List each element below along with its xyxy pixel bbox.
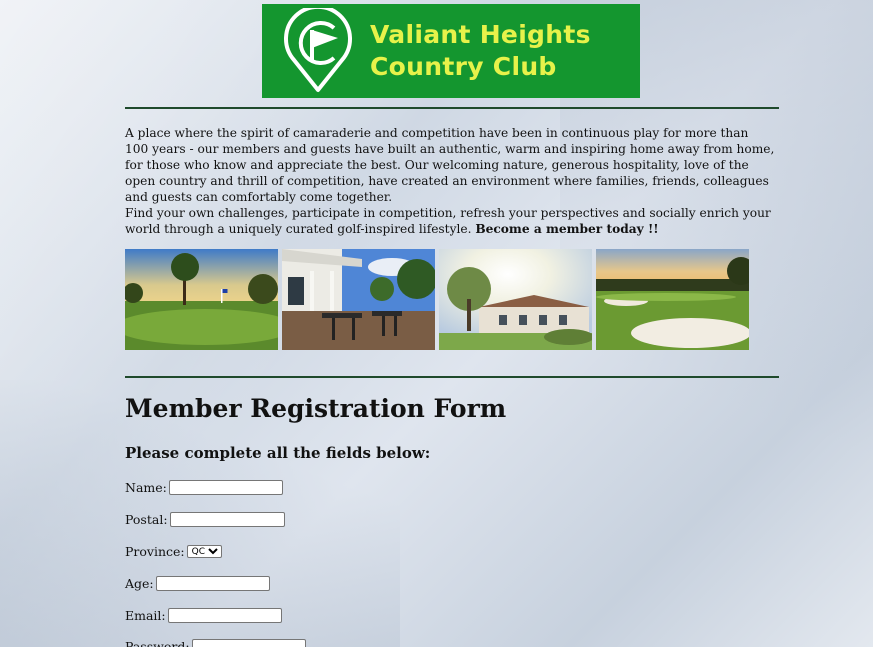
divider: [125, 376, 779, 378]
photo-sand-bunker-sunset: [596, 249, 749, 350]
form-title: Member Registration Form: [125, 394, 507, 423]
postal-input[interactable]: [169, 512, 285, 527]
password-input[interactable]: [191, 639, 306, 647]
photo-golf-course-green: [125, 249, 278, 350]
name-field-row: Name:: [125, 480, 283, 495]
postal-field-row: Postal:: [125, 512, 285, 527]
email-label: Email:: [125, 608, 166, 623]
photo-clubhouse-exterior: [439, 249, 592, 350]
age-label: Age:: [125, 576, 154, 591]
email-input[interactable]: [167, 608, 282, 623]
postal-label: Postal:: [125, 512, 168, 527]
email-field-row: Email:: [125, 608, 282, 623]
intro-paragraph: A place where the spirit of camaraderie …: [125, 126, 775, 204]
intro-paragraph: Find your own challenges, participate in…: [125, 206, 771, 236]
logo-text: Valiant Heights Country Club: [370, 19, 591, 83]
province-label: Province:: [125, 544, 185, 559]
name-label: Name:: [125, 480, 167, 495]
intro-text: A place where the spirit of camaraderie …: [125, 125, 775, 237]
province-select[interactable]: QC: [186, 545, 222, 558]
password-field-row: Password:: [125, 639, 306, 647]
age-field-row: Age:: [125, 576, 270, 591]
logo-line1: Valiant Heights: [370, 20, 591, 49]
logo-line2: Country Club: [370, 52, 557, 81]
membership-cta: Become a member today !!: [475, 222, 659, 236]
password-label: Password:: [125, 639, 190, 647]
photo-clubhouse-patio: [282, 249, 435, 350]
form-subtitle: Please complete all the fields below:: [125, 444, 431, 462]
age-input[interactable]: [155, 576, 270, 591]
club-logo: Valiant Heights Country Club: [262, 4, 640, 98]
name-input[interactable]: [168, 480, 283, 495]
location-pin-flag-icon: [284, 8, 352, 92]
divider: [125, 107, 779, 109]
province-field-row: Province: QC: [125, 544, 222, 559]
photo-gallery: [125, 249, 750, 350]
